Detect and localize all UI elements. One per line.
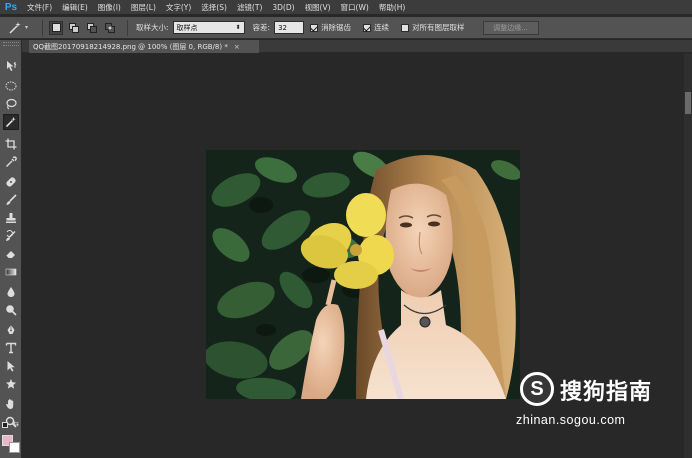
eraser-tool-icon[interactable] — [3, 246, 19, 262]
contiguous-checkbox[interactable] — [363, 23, 372, 32]
menu-file[interactable]: 文件(F) — [22, 2, 57, 13]
menu-help[interactable]: 帮助(H) — [374, 2, 411, 13]
menu-view[interactable]: 视图(V) — [300, 2, 336, 13]
tolerance-input[interactable]: 32 — [274, 21, 305, 34]
gradient-tool-icon[interactable] — [3, 264, 19, 280]
contiguous-option[interactable]: 连续 — [363, 22, 389, 33]
dropdown-arrow-icon: ⬍ — [235, 24, 241, 31]
healing-brush-tool-icon[interactable] — [3, 174, 19, 190]
add-selection-icon — [69, 22, 79, 33]
magic-wand-tool-icon[interactable] — [3, 114, 19, 130]
panel-grip[interactable] — [3, 42, 19, 46]
default-colors-icon[interactable] — [2, 422, 8, 428]
menu-edit[interactable]: 编辑(E) — [57, 2, 93, 13]
tools-panel: ⇆ — [0, 40, 22, 458]
hand-tool-icon[interactable] — [3, 396, 19, 412]
options-bar: ▾ 取样大小: 取样点 ⬍ 容差: 32 消除锯齿 连续 对所有图层取样 调整边… — [0, 17, 692, 39]
background-color-swatch[interactable] — [9, 442, 20, 453]
menu-select[interactable]: 选择(S) — [196, 2, 232, 13]
blur-tool-icon[interactable] — [3, 284, 19, 300]
sample-all-layers-checkbox[interactable] — [401, 23, 410, 32]
new-selection-icon — [51, 23, 61, 32]
new-selection-button[interactable] — [49, 20, 63, 35]
antialias-label: 消除锯齿 — [321, 23, 352, 32]
brush-tool-icon[interactable] — [3, 192, 19, 208]
photoshop-logo: Ps — [4, 1, 18, 13]
subtract-selection-icon — [87, 22, 97, 33]
refine-edge-button[interactable]: 调整边缘... — [482, 20, 539, 35]
dodge-tool-icon[interactable] — [3, 302, 19, 318]
document-tab-bar: QQ截图20170918214928.png @ 100% (图层 0, RGB… — [22, 40, 692, 53]
menu-bar: Ps 文件(F) 编辑(E) 图像(I) 图层(L) 文字(Y) 选择(S) 滤… — [0, 0, 692, 14]
subtract-from-selection-button[interactable] — [85, 21, 99, 35]
magic-wand-icon — [9, 21, 21, 34]
contiguous-label: 连续 — [374, 23, 390, 32]
sample-size-value: 取样点 — [176, 23, 198, 32]
document-image[interactable] — [206, 150, 520, 399]
intersect-selection-icon — [105, 22, 115, 33]
intersect-selection-button[interactable] — [103, 21, 117, 35]
history-brush-tool-icon[interactable] — [3, 228, 19, 244]
sogou-logo-icon: S — [520, 372, 554, 406]
menu-image[interactable]: 图像(I) — [93, 2, 126, 13]
menu-layer[interactable]: 图层(L) — [126, 2, 161, 13]
eyedropper-tool-icon[interactable] — [3, 154, 19, 170]
watermark-title: 搜狗指南 — [560, 380, 653, 405]
type-tool-icon[interactable] — [3, 340, 19, 356]
watermark-url: zhinan.sogou.com — [516, 413, 626, 427]
scrollbar-thumb[interactable] — [685, 92, 691, 114]
sample-all-layers-option[interactable]: 对所有图层取样 — [401, 22, 465, 33]
menu-type[interactable]: 文字(Y) — [161, 2, 196, 13]
sample-size-label: 取样大小: — [136, 23, 169, 32]
pen-tool-icon[interactable] — [3, 322, 19, 338]
divider — [127, 19, 128, 36]
vertical-scrollbar[interactable] — [684, 54, 692, 458]
clone-stamp-tool-icon[interactable] — [3, 210, 19, 226]
watermark: S 搜狗指南 zhinan.sogou.com — [516, 372, 682, 432]
sample-size-select[interactable]: 取样点 ⬍ — [172, 21, 245, 34]
move-tool-icon[interactable] — [3, 58, 19, 74]
document-tab[interactable]: QQ截图20170918214928.png @ 100% (图层 0, RGB… — [29, 40, 259, 53]
sample-all-layers-label: 对所有图层取样 — [412, 23, 465, 32]
antialias-option[interactable]: 消除锯齿 — [310, 22, 351, 33]
lasso-tool-icon[interactable] — [3, 96, 19, 112]
swap-colors-icon[interactable]: ⇆ — [13, 420, 19, 428]
menu-3d[interactable]: 3D(D) — [267, 3, 299, 12]
antialias-checkbox[interactable] — [310, 23, 319, 32]
tolerance-label: 容差: — [252, 23, 271, 32]
divider — [42, 19, 43, 36]
path-selection-tool-icon[interactable] — [3, 358, 19, 374]
close-icon[interactable]: × — [234, 43, 240, 51]
photo-portrait-with-flower — [206, 150, 520, 399]
document-tab-title: QQ截图20170918214928.png @ 100% (图层 0, RGB… — [33, 42, 228, 51]
menu-window[interactable]: 窗口(W) — [336, 2, 374, 13]
marquee-tool-icon[interactable] — [3, 78, 19, 94]
menu-filter[interactable]: 滤镜(T) — [232, 2, 267, 13]
shape-tool-icon[interactable] — [3, 376, 19, 392]
crop-tool-icon[interactable] — [3, 136, 19, 152]
add-to-selection-button[interactable] — [67, 21, 81, 35]
tool-preset-picker[interactable]: ▾ — [8, 21, 38, 35]
chevron-down-icon: ▾ — [25, 24, 29, 31]
